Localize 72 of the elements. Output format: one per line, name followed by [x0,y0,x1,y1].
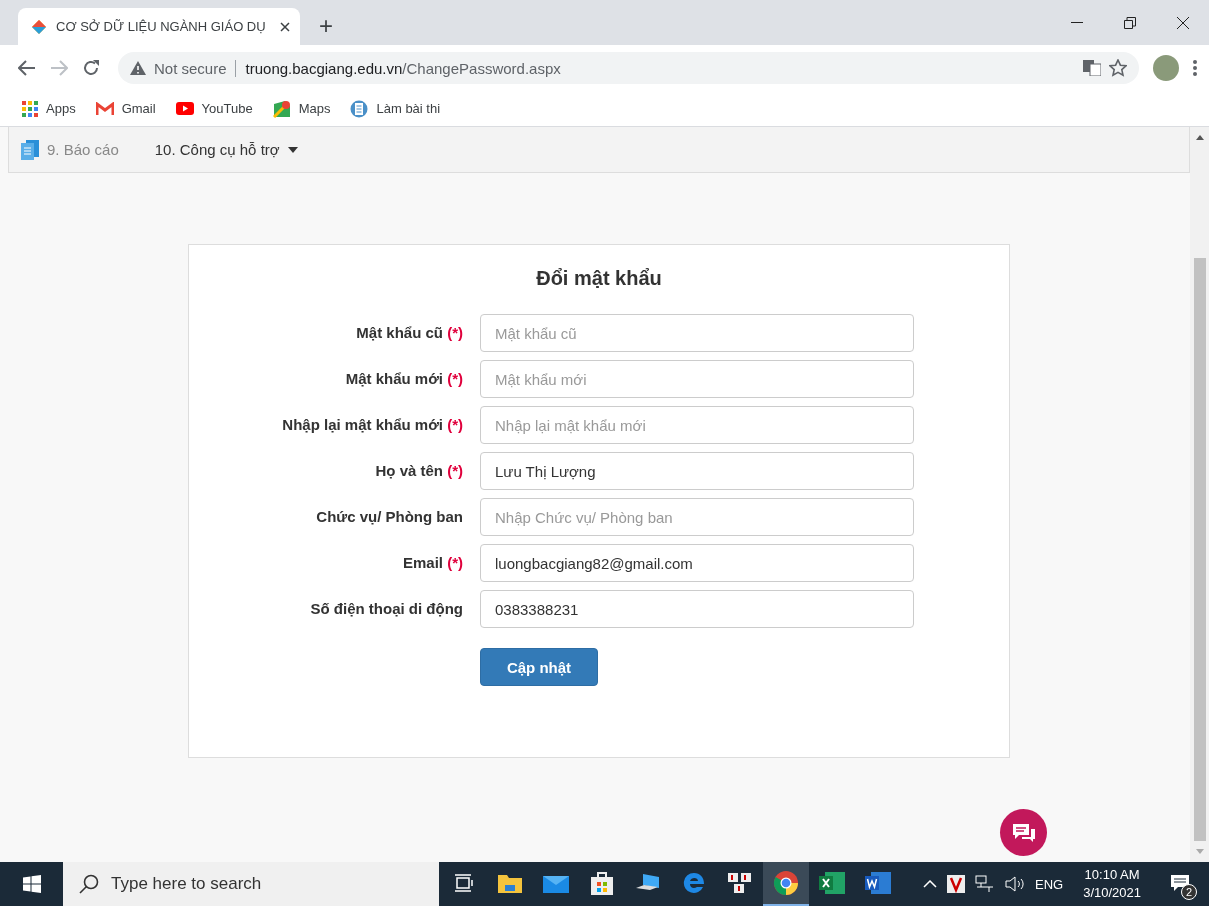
spreadsheet-x-icon [819,871,845,895]
taskbar-app-button[interactable] [763,862,809,906]
browser-tab[interactable]: CƠ SỞ DỮ LIỆU NGÀNH GIÁO DỤ [18,8,300,45]
input-field[interactable]: Mật khẩu cũ [480,314,914,352]
security-label: Not secure [154,59,227,77]
diamond-logo-icon [32,19,46,34]
taskbar-clock[interactable]: 10:10 AM 3/10/2021 [1083,866,1141,902]
field-label: Email (*) [401,553,463,573]
menu-dots-icon[interactable] [1193,60,1197,76]
taskbar-search-field[interactable]: Type here to search [63,862,439,906]
bookmark-link[interactable]: Apps [22,100,76,117]
input-field[interactable]: 0383388231 [480,590,914,628]
field-label: Mật khẩu cũ (*) [355,323,463,343]
reload-icon[interactable] [82,59,100,77]
bookmark-link[interactable]: YouTube [175,101,253,116]
star-icon[interactable] [1109,59,1127,77]
chevron-up-icon [923,880,937,888]
update-button[interactable]: Cập nhật [480,648,598,686]
input-field[interactable]: luongbacgiang82@gmail.com [480,544,914,582]
field-label: Họ và tên (*) [374,461,463,481]
bookmark-link[interactable]: Làm bài thi [350,98,441,119]
new-tab-button[interactable]: + [312,11,340,41]
map-pin-icon [272,99,291,118]
form-title: Đổi mật khẩu [536,267,662,290]
scrollbar-thumb[interactable] [1193,258,1206,841]
windows-logo-icon[interactable] [22,875,41,893]
field-label: Số điện thoại di động [309,599,463,619]
field-label: Chức vụ/ Phòng ban [315,507,463,527]
address-bar[interactable]: Not secure truong.bacgiang.edu.vn/ChangePassword.aspx [118,52,1139,84]
apps-grid-icon [22,100,38,117]
v-badge-icon [947,875,965,893]
field-label: Mật khẩu mới (*) [344,369,463,389]
gmail-icon [95,101,114,116]
language-indicator[interactable]: ENG [1035,876,1064,892]
caret-down-icon [287,146,298,153]
nav-menu-item[interactable]: 10. Công cụ hỗ trợ [154,141,298,158]
translate-icon[interactable] [1083,60,1101,76]
input-field[interactable]: Nhập lại mật khẩu mới [480,406,914,444]
scrollbar[interactable] [1190,127,1209,862]
minimize-icon[interactable] [1070,21,1083,24]
chrome-ball-icon [773,870,799,896]
close-tab-icon[interactable] [280,21,290,32]
search-icon [79,874,99,894]
url-text: truong.bacgiang.edu.vn/ChangePassword.aspx [234,59,561,77]
bookmark-link[interactable]: Maps [272,99,331,118]
browser-e-icon [682,871,706,895]
close-icon[interactable] [1176,16,1189,29]
back-arrow-icon[interactable] [18,60,36,76]
shopping-bag-icon [591,871,613,895]
report-pages-icon [21,139,39,160]
chat-bubbles-icon [1010,821,1037,844]
scroll-up-arrow-icon[interactable] [1195,135,1204,140]
tab-title: CƠ SỞ DỮ LIỆU NGÀNH GIÁO DỤ [56,19,267,34]
field-label: Nhập lại mật khẩu mới (*) [281,415,463,435]
notification-count-badge: 2 [1181,884,1197,900]
bookmark-link[interactable]: Gmail [95,101,156,116]
input-field[interactable]: Lưu Thị Lượng [480,452,914,490]
video-play-icon [175,102,194,115]
speaker-icon [1005,876,1025,892]
document-icon [350,98,369,119]
profile-avatar-icon[interactable] [1153,55,1179,81]
folder-icon [497,872,523,894]
restore-icon[interactable] [1123,16,1136,29]
warning-triangle-icon [130,61,146,75]
keyboard-keys-icon [727,872,753,894]
envelope-icon [543,873,569,893]
document-w-icon [865,871,891,895]
task-view-icon [454,874,474,892]
chat-bubble-button[interactable] [1000,809,1047,856]
input-field[interactable]: Mật khẩu mới [480,360,914,398]
input-field[interactable]: Nhập Chức vụ/ Phòng ban [480,498,914,536]
network-icon [975,875,995,893]
